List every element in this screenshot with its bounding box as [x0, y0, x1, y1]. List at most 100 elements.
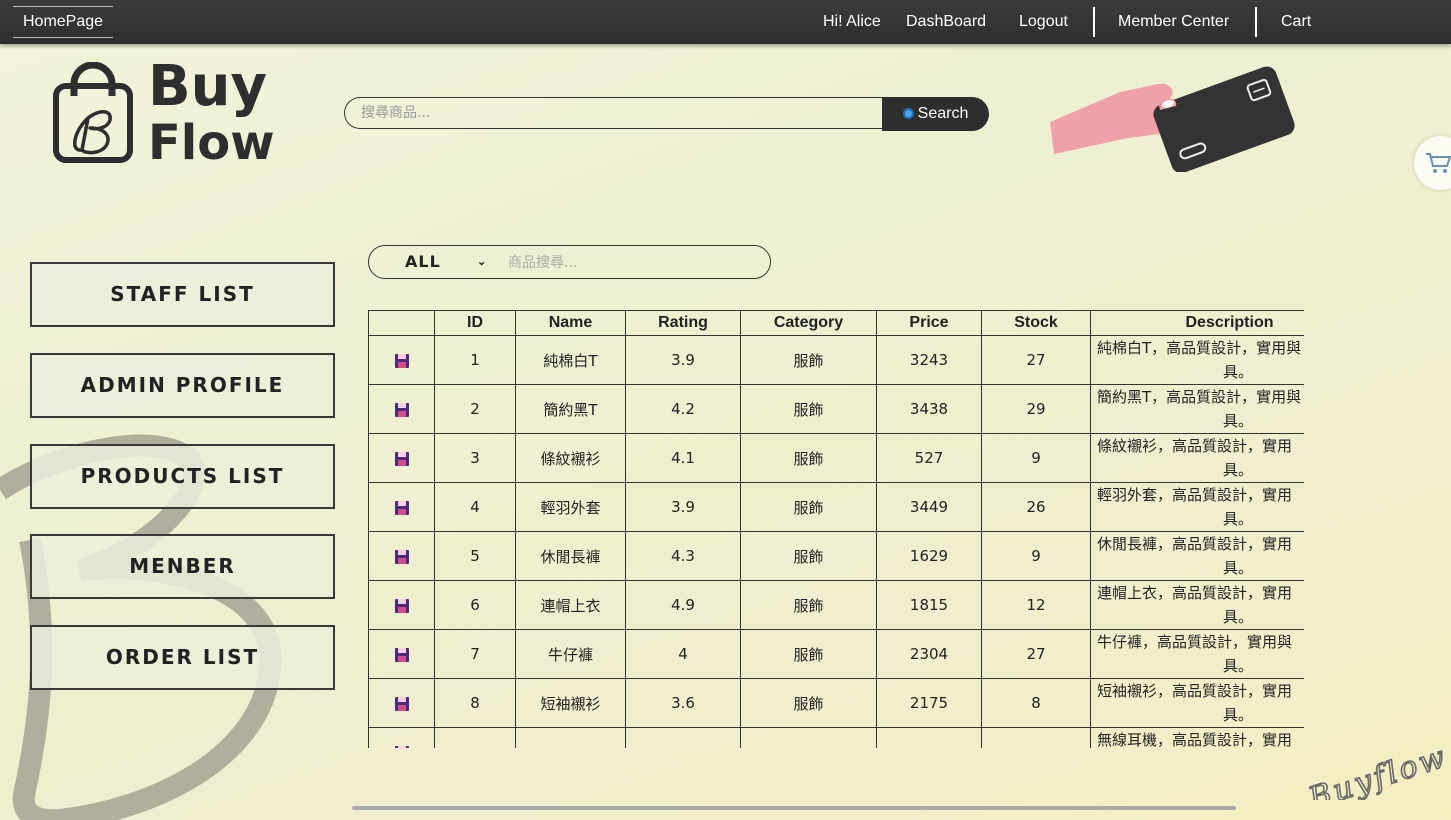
sidebar-item-staff-list[interactable]: STAFF LIST	[30, 262, 335, 327]
nav-greeting: Hi! Alice	[823, 13, 881, 30]
column-header: ID	[434, 310, 516, 336]
table-row: 7 牛仔褲 4 服飾 2304 27 牛仔褲，高品質設計，實用與 具。	[368, 629, 1304, 679]
sidebar-item-member[interactable]: MENBER	[30, 534, 335, 599]
cell-category: 服飾	[740, 531, 877, 581]
logo-line-1: Buy	[148, 54, 268, 119]
save-cell	[368, 433, 435, 483]
product-search-input[interactable]	[506, 247, 760, 279]
nav-dashboard-link[interactable]: DashBoard	[906, 0, 986, 44]
cell-price: 3449	[876, 482, 982, 532]
description-line-1: 短袖襯衫，高品質設計，實用	[1097, 682, 1293, 700]
save-icon[interactable]	[394, 647, 409, 662]
cell-price: 2304	[876, 629, 982, 679]
nav-homepage-link[interactable]: HomePage	[13, 6, 114, 38]
column-header: Price	[876, 310, 982, 336]
cell-rating: 3.9	[625, 335, 741, 385]
products-table-container[interactable]: ID Name Rating Category Price Stock Desc…	[368, 310, 1304, 748]
cell-id: 8	[434, 678, 516, 728]
save-icon[interactable]	[394, 451, 409, 466]
save-icon[interactable]	[394, 353, 409, 368]
nav-divider	[1093, 7, 1095, 37]
table-row: 3 條紋襯衫 4.1 服飾 527 9 條紋襯衫，高品質設計，實用 具。	[368, 433, 1304, 483]
sidebar-item-products-list[interactable]: PRODUCTS LIST	[30, 444, 335, 509]
search-input[interactable]	[344, 97, 882, 129]
cell-price: 2175	[876, 678, 982, 728]
cell-description: 短袖襯衫，高品質設計，實用具。	[1090, 678, 1304, 728]
cell-price: 1815	[876, 580, 982, 630]
description-line-2: 具。	[1223, 706, 1254, 724]
save-icon[interactable]	[394, 598, 409, 613]
sidebar-item-order-list[interactable]: ORDER LIST	[30, 625, 335, 690]
logo-line-2: Flow	[148, 115, 275, 171]
cell-rating: 4	[625, 629, 741, 679]
description-line-2: 具。	[1223, 657, 1254, 675]
save-icon[interactable]	[394, 402, 409, 417]
cell-rating: 4.1	[625, 433, 741, 483]
save-cell	[368, 580, 435, 630]
save-cell	[368, 678, 435, 728]
cell-name	[515, 727, 626, 748]
buyflow-signature: Buyflow	[1303, 738, 1450, 800]
table-row: 無線耳機，高品質設計，實用	[368, 727, 1304, 748]
cell-id: 7	[434, 629, 516, 679]
horizontal-scrollbar[interactable]	[352, 806, 1236, 810]
save-icon[interactable]	[394, 745, 409, 748]
cell-price: 3243	[876, 335, 982, 385]
description-line-2: 具。	[1223, 363, 1254, 381]
nav-member-center-link[interactable]: Member Center	[1118, 0, 1229, 44]
credit-card-illustration	[1048, 62, 1298, 174]
shopping-bag-icon	[53, 62, 133, 163]
cell-id: 2	[434, 384, 516, 434]
cell-description: 簡約黑T，高品質設計，實用與 具。	[1090, 384, 1304, 434]
table-row: 6 連帽上衣 4.9 服飾 1815 12 連帽上衣，高品質設計，實用 具。	[368, 580, 1304, 630]
search-button[interactable]: Search	[882, 97, 989, 131]
cell-stock: 8	[981, 678, 1091, 728]
cell-name: 牛仔褲	[515, 629, 626, 679]
nav-cart-link[interactable]: Cart	[1281, 0, 1311, 44]
description-line-1: 純棉白T，高品質設計，實用與	[1097, 339, 1302, 357]
save-icon[interactable]	[394, 500, 409, 515]
products-table: ID Name Rating Category Price Stock Desc…	[368, 310, 1304, 748]
cell-id: 4	[434, 482, 516, 532]
chevron-down-icon[interactable]: ⌄	[477, 246, 486, 278]
cell-category: 服飾	[740, 629, 877, 679]
column-header: Rating	[625, 310, 741, 336]
description-line-2: 具。	[1223, 461, 1254, 479]
cell-category: 服飾	[740, 482, 877, 532]
cart-icon	[1426, 153, 1451, 173]
cell-description: 牛仔褲，高品質設計，實用與具。	[1090, 629, 1304, 679]
cell-id	[434, 727, 516, 748]
cell-rating: 4.3	[625, 531, 741, 581]
column-header: Name	[515, 310, 626, 336]
cell-stock: 27	[981, 335, 1091, 385]
category-select[interactable]: ALL	[405, 246, 441, 278]
nav-logout-link[interactable]: Logout	[1019, 0, 1068, 44]
cell-stock: 26	[981, 482, 1091, 532]
cell-id: 3	[434, 433, 516, 483]
sidebar-item-admin-profile[interactable]: ADMIN PROFILE	[30, 353, 335, 418]
cell-category	[740, 727, 877, 748]
cell-price: 3438	[876, 384, 982, 434]
cell-stock: 12	[981, 580, 1091, 630]
description-line-2: 具。	[1223, 559, 1254, 577]
description-line-1: 牛仔褲，高品質設計，實用與	[1097, 633, 1293, 651]
cell-name: 連帽上衣	[515, 580, 626, 630]
floating-cart-button[interactable]	[1414, 136, 1451, 190]
table-header-row: ID Name Rating Category Price Stock Desc…	[368, 310, 1304, 336]
save-icon[interactable]	[394, 696, 409, 711]
cell-id: 5	[434, 531, 516, 581]
top-navbar: HomePage Hi! Alice DashBoard Logout Memb…	[0, 0, 1451, 44]
description-line-2: 具。	[1223, 608, 1254, 626]
logo-wordmark: Buy Flow	[148, 54, 275, 171]
cell-stock: 9	[981, 433, 1091, 483]
save-cell	[368, 531, 435, 581]
save-icon[interactable]	[394, 549, 409, 564]
buyflow-logo[interactable]: Buy Flow	[52, 56, 282, 172]
table-row: 1 純棉白T 3.9 服飾 3243 27 純棉白T，高品質設計，實用與 具。	[368, 335, 1304, 385]
save-cell	[368, 335, 435, 385]
cell-category: 服飾	[740, 580, 877, 630]
cell-stock: 29	[981, 384, 1091, 434]
description-line-1: 簡約黑T，高品質設計，實用與	[1097, 388, 1302, 406]
cell-description: 純棉白T，高品質設計，實用與具。	[1090, 335, 1304, 385]
header-search: Search	[344, 97, 989, 131]
